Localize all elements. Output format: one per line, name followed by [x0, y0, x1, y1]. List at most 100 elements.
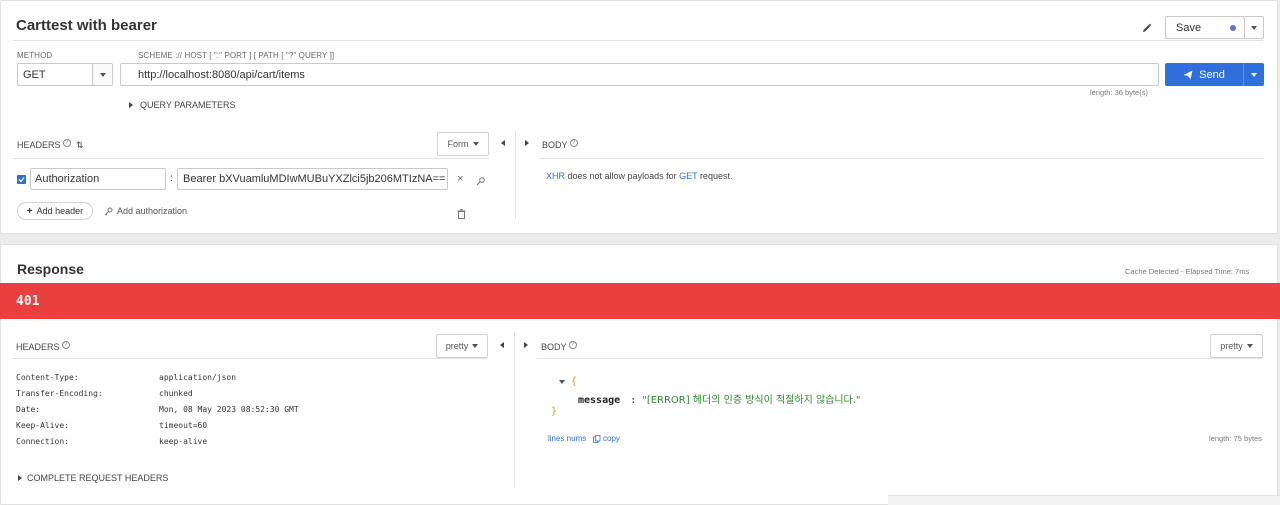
response-body-label: BODY: [541, 342, 567, 352]
get-link[interactable]: GET: [679, 171, 697, 181]
json-close-brace: }: [551, 406, 558, 417]
save-button[interactable]: Save: [1165, 16, 1245, 39]
headers-form-toggle[interactable]: Form: [437, 132, 489, 156]
response-header-value: keep-alive: [159, 437, 208, 446]
header-value-input[interactable]: Bearer bXVuamluMDIwMUBuYXZlci5jb206MTIzN…: [177, 168, 448, 190]
help-icon[interactable]: ?: [62, 139, 71, 147]
paper-plane-icon: [1183, 70, 1193, 79]
json-key: message: [578, 395, 621, 406]
body-notice-end: request.: [697, 171, 733, 181]
splitter[interactable]: [515, 131, 516, 219]
header-name-input[interactable]: Authorization: [30, 168, 166, 190]
xhr-link[interactable]: XHR: [546, 171, 565, 181]
chevron-down-icon: [1251, 72, 1257, 77]
trash-icon[interactable]: [457, 206, 466, 219]
response-header-name: Keep-Alive:: [16, 421, 69, 430]
save-dropdown-button[interactable]: [1244, 16, 1264, 39]
plus-icon: +: [26, 205, 33, 217]
add-authorization-label: Add authorization: [117, 206, 188, 216]
send-label: Send: [1199, 68, 1225, 81]
cache-info: Cache Detected - Elapsed Time: 7ms: [1125, 267, 1250, 276]
status-code: 401: [16, 293, 40, 309]
response-body-length: length: 75 bytes: [1209, 434, 1262, 443]
json-open-brace: {: [571, 376, 578, 387]
divider: [537, 358, 1263, 359]
unsaved-dot: [1230, 24, 1236, 31]
method-label: METHOD: [17, 51, 53, 60]
triangle-right-icon: [18, 475, 22, 481]
json-root: {: [559, 376, 577, 387]
pencil-icon[interactable]: [1142, 20, 1152, 32]
response-body-format[interactable]: pretty: [1210, 334, 1263, 358]
header-enabled-checkbox[interactable]: [17, 175, 26, 184]
collapse-icon[interactable]: [559, 379, 565, 384]
method-select[interactable]: GET: [17, 63, 113, 86]
response-header-name: Connection:: [16, 437, 69, 446]
response-header-value: application/json: [159, 373, 237, 382]
url-length: length: 36 byte(s): [1090, 88, 1148, 97]
triangle-left-icon[interactable]: [500, 342, 504, 348]
copy-label: copy: [603, 434, 620, 443]
headers-label: HEADERS: [17, 140, 61, 150]
send-dropdown[interactable]: [1244, 72, 1264, 77]
copy-link[interactable]: copy: [593, 434, 620, 443]
header-name-value: Authorization: [35, 173, 100, 185]
triangle-right-icon[interactable]: [524, 342, 528, 348]
status-bar: 401: [0, 283, 1280, 319]
divider: [13, 40, 1263, 41]
lines-nums-link[interactable]: lines nums: [548, 434, 586, 443]
triangle-right-icon[interactable]: [525, 140, 529, 146]
body-notice: XHR does not allow payloads for GET requ…: [546, 171, 732, 181]
response-header-value: Mon, 08 May 2023 08:52:30 GMT: [159, 405, 299, 414]
response-title: Response: [17, 261, 84, 277]
json-value: "[ERROR] 헤더의 인증 방식이 적절하지 않습니다.": [642, 395, 861, 406]
header-separator: :: [170, 173, 173, 184]
chevron-down-icon: [1251, 25, 1257, 30]
status-strip: [888, 495, 1280, 505]
body-section-title: BODY?: [542, 139, 578, 150]
help-icon[interactable]: ?: [61, 341, 70, 349]
send-main[interactable]: Send: [1165, 63, 1244, 86]
add-header-button[interactable]: + Add header: [17, 202, 93, 220]
help-icon[interactable]: ?: [568, 341, 577, 349]
headers-section-title: HEADERS? ⇅: [17, 139, 84, 151]
method-dropdown[interactable]: [92, 64, 112, 85]
complete-request-headers-toggle[interactable]: COMPLETE REQUEST HEADERS: [18, 473, 168, 483]
triangle-right-icon: [129, 102, 133, 108]
add-authorization-button[interactable]: Add authorization: [104, 206, 187, 216]
chevron-down-icon: [1246, 344, 1253, 348]
body-label: BODY: [542, 140, 568, 150]
key-icon: [104, 207, 113, 215]
response-header-value: chunked: [159, 389, 193, 398]
magic-wand-icon[interactable]: [476, 173, 486, 186]
response-body-mode: pretty: [1220, 341, 1243, 351]
divider: [13, 158, 489, 159]
triangle-left-icon[interactable]: [501, 140, 505, 146]
divider: [538, 158, 1264, 159]
chevron-down-icon: [472, 344, 479, 348]
response-body-title: BODY?: [541, 341, 577, 352]
response-headers-format[interactable]: pretty: [436, 334, 488, 358]
request-title: Carttest with bearer: [16, 17, 157, 34]
query-parameters-label: QUERY PARAMETERS: [140, 100, 236, 110]
headers-mode-label: Form: [447, 139, 469, 149]
method-value: GET: [23, 68, 46, 81]
url-value: http://localhost:8080/api/cart/items: [138, 68, 305, 81]
sort-icon[interactable]: ⇅: [76, 140, 84, 150]
send-button[interactable]: Send: [1165, 63, 1264, 86]
response-header-name: Content-Type:: [16, 373, 79, 382]
close-icon[interactable]: ×: [457, 173, 463, 185]
splitter[interactable]: [514, 332, 515, 488]
chevron-down-icon: [99, 72, 106, 77]
lines-nums-label: lines nums: [548, 434, 587, 443]
json-colon: :: [630, 395, 637, 406]
query-parameters-toggle[interactable]: QUERY PARAMETERS: [129, 100, 236, 110]
chevron-down-icon: [472, 142, 479, 146]
response-header-name: Date:: [16, 405, 41, 414]
response-headers-mode: pretty: [445, 341, 469, 351]
request-panel: Carttest with bearer Save METHOD SCHEME …: [0, 0, 1278, 234]
divider: [12, 358, 488, 359]
help-icon[interactable]: ?: [569, 139, 578, 147]
url-input[interactable]: http://localhost:8080/api/cart/items: [120, 63, 1159, 86]
add-header-label: Add header: [36, 206, 84, 216]
